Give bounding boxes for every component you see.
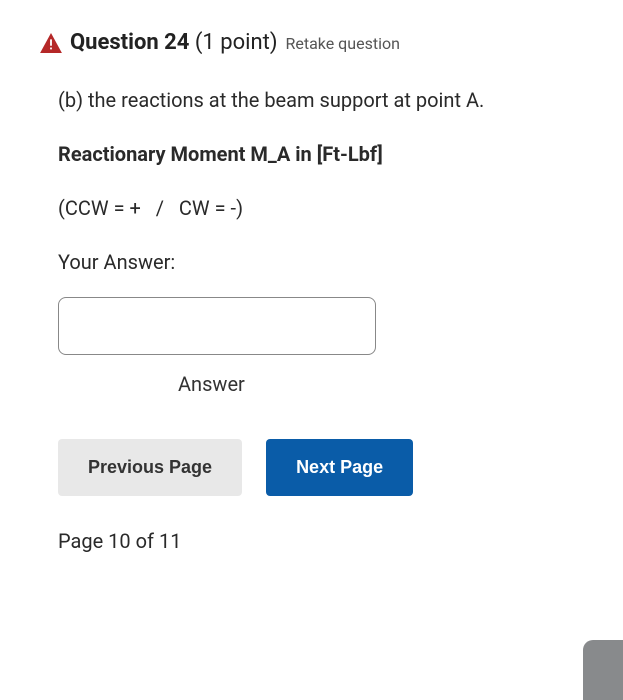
answer-input[interactable]	[58, 297, 376, 355]
corner-widget[interactable]	[583, 640, 623, 700]
previous-page-button[interactable]: Previous Page	[58, 439, 242, 496]
question-body: (b) the reactions at the beam support at…	[40, 85, 583, 556]
next-page-button[interactable]: Next Page	[266, 439, 413, 496]
sign-convention: (CCW = + / CW = -)	[58, 193, 583, 223]
retake-question-link[interactable]: Retake question	[285, 34, 399, 53]
your-answer-label: Your Answer:	[58, 247, 583, 277]
page-counter: Page 10 of 11	[58, 526, 583, 556]
answer-field-label: Answer	[178, 369, 583, 399]
question-header: Question 24 (1 point) Retake question	[40, 30, 583, 55]
question-points: (1 point)	[195, 30, 278, 55]
question-prefix: Question	[70, 30, 159, 55]
navigation-buttons: Previous Page Next Page	[58, 439, 583, 496]
question-title: Question 24 (1 point)	[70, 30, 277, 55]
warning-icon	[40, 33, 62, 53]
question-number: 24	[164, 30, 189, 55]
reaction-moment-label: Reactionary Moment M_A in [Ft-Lbf]	[58, 139, 583, 169]
question-part-b: (b) the reactions at the beam support at…	[58, 85, 583, 115]
